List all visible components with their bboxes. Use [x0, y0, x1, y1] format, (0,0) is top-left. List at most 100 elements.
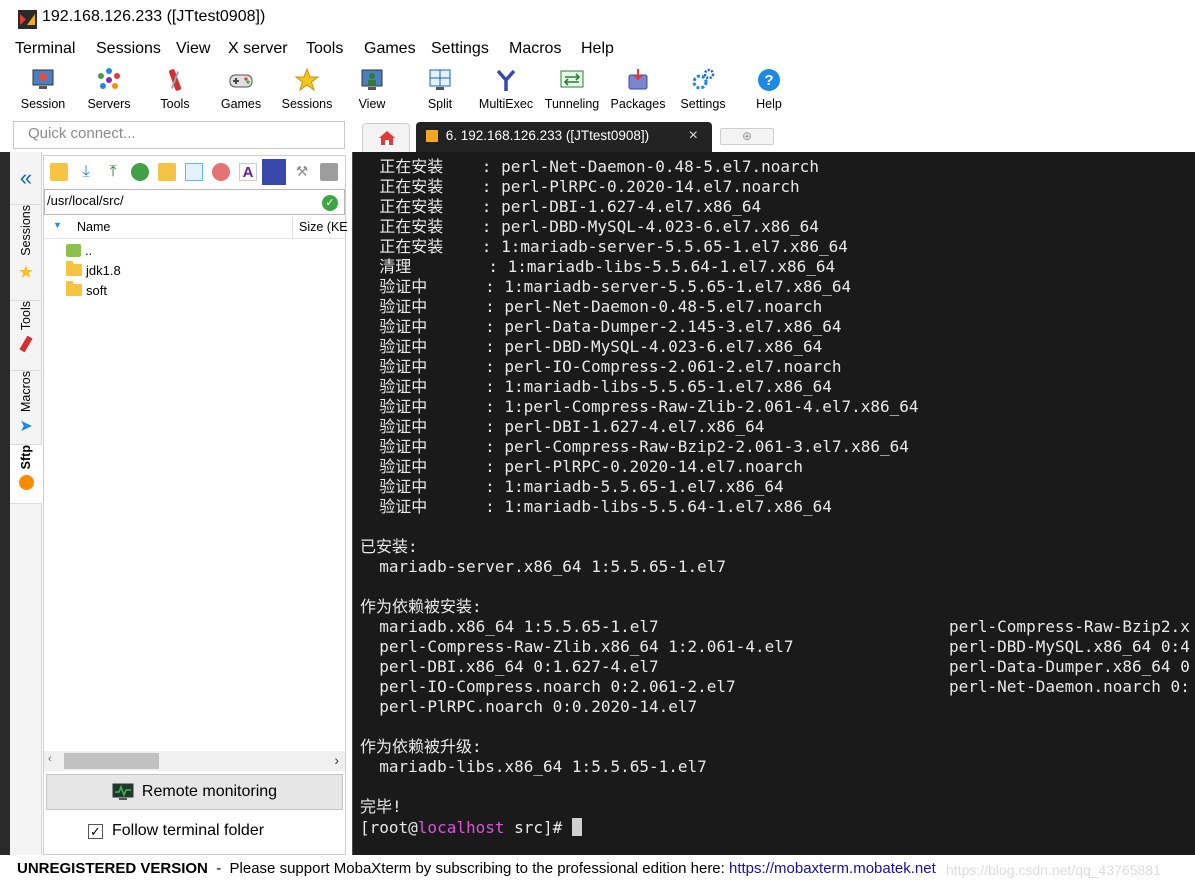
- menu-terminal[interactable]: Terminal: [15, 40, 75, 58]
- menu-x-server[interactable]: X server: [228, 40, 288, 58]
- terminal-line: perl-DBI.x86_64 0:1.627-4.el7: [360, 657, 659, 676]
- terminal-tab-icon: [426, 130, 438, 143]
- permissions-icon[interactable]: [262, 159, 286, 185]
- terminal-line: 验证中 : perl-DBD-MySQL-4.023-6.el7.x86_64: [360, 337, 823, 356]
- tools-button[interactable]: Tools: [150, 64, 200, 116]
- tab-tools[interactable]: Tools: [10, 300, 42, 364]
- tab-macros[interactable]: Macros ➤: [10, 370, 42, 444]
- scroll-right-icon[interactable]: ›: [334, 752, 339, 768]
- title-bar: 192.168.126.233 ([JTtest0908]): [0, 0, 1195, 38]
- refresh-icon[interactable]: [131, 163, 149, 181]
- paper-plane-icon: ➤: [19, 417, 33, 435]
- quick-connect-input[interactable]: Quick connect...: [13, 121, 345, 149]
- terminal-line: perl-Compress-Raw-Zlib.x86_64 1:2.061-4.…: [360, 637, 794, 656]
- multiexec-button[interactable]: MultiExec: [476, 64, 536, 116]
- wand-icon[interactable]: ⚒: [293, 163, 311, 181]
- packages-button[interactable]: Packages: [608, 64, 668, 116]
- tools-icon: [168, 69, 182, 91]
- menu-games[interactable]: Games: [364, 40, 416, 58]
- horizontal-scrollbar[interactable]: ‹ ›: [44, 751, 345, 771]
- window-title: 192.168.126.233 ([JTtest0908]): [42, 8, 266, 25]
- menu-view[interactable]: View: [176, 40, 210, 58]
- download-icon[interactable]: ⤓: [77, 163, 95, 181]
- session-button[interactable]: Session: [14, 64, 72, 116]
- tab-sessions[interactable]: Sessions ★: [10, 204, 42, 294]
- terminal-line: 正在安装 : perl-Net-Daemon-0.48-5.el7.noarch: [360, 157, 819, 176]
- terminal-line: perl-PlRPC.noarch 0:0.2020-14.el7: [360, 697, 698, 716]
- terminal-line-right: perl-DBD-MySQL.x86_64 0:4: [949, 637, 1190, 656]
- column-name[interactable]: Name: [77, 220, 110, 234]
- parent-folder-icon[interactable]: [50, 163, 68, 181]
- menu-settings[interactable]: Settings: [431, 40, 489, 58]
- mobatek-link[interactable]: https://mobaxterm.mobatek.net: [729, 860, 936, 877]
- menu-help[interactable]: Help: [581, 40, 614, 58]
- servers-icon: [98, 68, 120, 89]
- svg-text:?: ?: [764, 72, 773, 89]
- upload-icon[interactable]: ⤒: [104, 163, 122, 181]
- terminal-line: 验证中 : perl-DBI-1.627-4.el7.x86_64: [360, 417, 765, 436]
- new-file-icon[interactable]: [185, 163, 203, 181]
- terminal-line: 正在安装 : 1:mariadb-server-5.5.65-1.el7.x86…: [360, 237, 848, 256]
- terminal-line-right: perl-Net-Daemon.noarch 0:: [949, 677, 1190, 696]
- collapse-sidebar-button[interactable]: «: [10, 167, 42, 192]
- menu-sessions[interactable]: Sessions: [96, 40, 161, 58]
- mobaxterm-logo-icon: [18, 10, 37, 29]
- checkmark-icon[interactable]: ✓: [322, 195, 338, 211]
- settings-button[interactable]: Settings: [674, 64, 732, 116]
- menu-macros[interactable]: Macros: [509, 40, 561, 58]
- close-tab-icon[interactable]: ×: [689, 127, 698, 145]
- terminal-line: mariadb-server.x86_64 1:5.5.65-1.el7: [360, 557, 727, 576]
- menu-tools[interactable]: Tools: [306, 40, 343, 58]
- terminal-line: 验证中 : 1:mariadb-5.5.65-1.el7.x86_64: [360, 477, 784, 496]
- sftp-path-field[interactable]: /usr/local/src/ ✓: [44, 189, 345, 215]
- follow-terminal-folder-toggle[interactable]: ✓ Follow terminal folder: [88, 822, 264, 840]
- split-button[interactable]: Split: [416, 64, 464, 116]
- status-bar: UNREGISTERED VERSION - Please support Mo…: [0, 855, 1195, 889]
- home-tab[interactable]: [362, 123, 410, 152]
- scroll-left-icon[interactable]: ‹: [48, 753, 52, 765]
- terminal-line: 验证中 : 1:mariadb-server-5.5.65-1.el7.x86_…: [360, 277, 852, 296]
- servers-button[interactable]: Servers: [80, 64, 138, 116]
- sftp-globe-icon: [18, 475, 34, 491]
- terminal-line-right: perl-Compress-Raw-Bzip2.x: [949, 617, 1190, 636]
- new-tab-button[interactable]: ⊕: [720, 128, 774, 145]
- side-tab-strip: « Sessions ★ Tools Macros ➤ Sftp: [10, 152, 42, 855]
- tab-sftp[interactable]: Sftp: [10, 444, 42, 504]
- column-divider: [292, 217, 293, 239]
- new-folder-icon[interactable]: [158, 163, 176, 181]
- checkbox-checked[interactable]: ✓: [88, 823, 103, 839]
- terminal-line: 验证中 : perl-Data-Dumper-2.145-3.el7.x86_6…: [360, 317, 842, 336]
- games-icon: [229, 74, 253, 88]
- terminal-prompt[interactable]: [root@localhost src]#: [360, 818, 582, 838]
- games-button[interactable]: Games: [215, 64, 267, 116]
- tools-icon: [19, 335, 33, 353]
- sort-arrow-icon: ▼: [53, 220, 62, 230]
- cursor: [571, 818, 582, 836]
- file-row-parent[interactable]: ..: [66, 240, 92, 260]
- unregistered-label: UNREGISTERED VERSION: [17, 860, 208, 877]
- terminal-line: perl-IO-Compress.noarch 0:2.061-2.el7: [360, 677, 736, 696]
- delete-icon[interactable]: [212, 163, 230, 181]
- view-button[interactable]: View: [348, 64, 396, 116]
- packages-icon: [628, 69, 648, 90]
- sessions-button[interactable]: Sessions: [278, 64, 336, 116]
- terminal-icon[interactable]: [320, 163, 338, 181]
- tunneling-icon: [560, 70, 584, 88]
- tab-session-6[interactable]: 6. 192.168.126.233 ([JTtest0908]) ×: [416, 122, 712, 152]
- terminal-line: mariadb.x86_64 1:5.5.65-1.el7: [360, 617, 659, 636]
- scroll-thumb[interactable]: [64, 753, 159, 769]
- rename-icon[interactable]: A: [239, 163, 257, 181]
- remote-monitoring-button[interactable]: Remote monitoring: [46, 774, 343, 810]
- menu-bar: Terminal Sessions View X server Tools Ga…: [0, 38, 1195, 64]
- terminal-line-right: perl-Data-Dumper.x86_64 0: [949, 657, 1190, 676]
- column-size[interactable]: Size (KE: [299, 220, 348, 234]
- file-row-soft[interactable]: soft: [66, 280, 107, 300]
- terminal-line: 作为依赖被升级:: [360, 737, 482, 756]
- help-button[interactable]: ? Help: [748, 64, 790, 116]
- star-icon: ★: [17, 261, 35, 282]
- terminal-output[interactable]: 正在安装 : perl-Net-Daemon-0.48-5.el7.noarch…: [352, 152, 1195, 855]
- file-row-jdk[interactable]: jdk1.8: [66, 260, 121, 280]
- watermark: https://blog.csdn.net/qq_43765881: [946, 862, 1161, 878]
- tunneling-button[interactable]: Tunneling: [540, 64, 604, 116]
- terminal-line: 已安装:: [360, 537, 418, 556]
